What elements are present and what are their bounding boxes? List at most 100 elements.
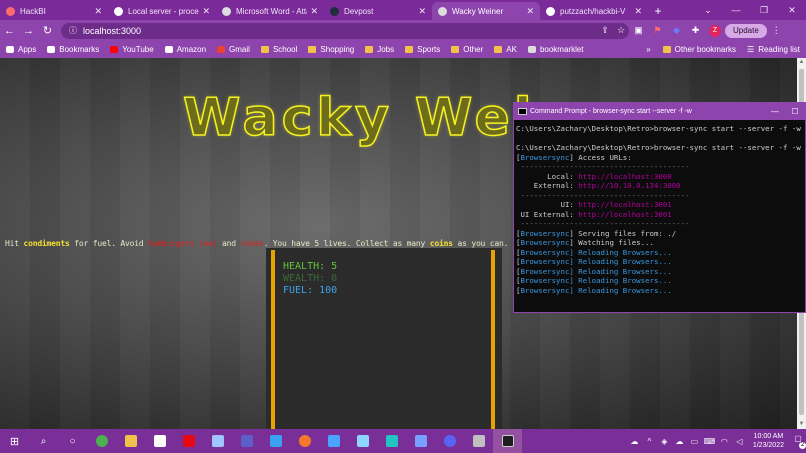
bookmark-list: Apps Bookmarks YouTube Amazon Gmail School Sho… xyxy=(6,45,595,54)
tab-4[interactable]: Wacky Weiner ✕ xyxy=(432,2,540,20)
cmd-text: http://10.10.0.134:3000 xyxy=(578,181,681,190)
netflix-icon[interactable] xyxy=(174,429,203,453)
bookmark-school[interactable]: School xyxy=(260,45,297,54)
extension-icon-2[interactable]: ⚑ xyxy=(648,25,667,36)
cmd-text: ] Reloading Browsers... xyxy=(569,247,672,257)
back-arrow-icon[interactable]: ← xyxy=(0,25,19,37)
bookmark-bookmarks[interactable]: Bookmarks xyxy=(47,45,99,54)
volume-icon[interactable]: ◁ xyxy=(732,437,747,446)
extension-icon[interactable]: ▣ xyxy=(629,25,648,36)
keyboard-icon[interactable]: ⌨ xyxy=(702,437,717,446)
app-icon-3[interactable] xyxy=(348,429,377,453)
battery-icon[interactable]: ▭ xyxy=(687,437,702,446)
bookmark-label: bookmarklet xyxy=(539,45,584,54)
teams-icon[interactable] xyxy=(232,429,261,453)
bookmark-label: YouTube xyxy=(122,45,154,54)
road-left-edge xyxy=(271,250,275,429)
bookmark-apps[interactable]: Apps xyxy=(6,45,36,54)
wifi-icon[interactable]: ◠ xyxy=(717,437,732,446)
tab-close-icon[interactable]: ✕ xyxy=(634,6,642,17)
app-icon-6[interactable] xyxy=(464,429,493,453)
cmd-text: C:\Users\Zachary\Desktop\Retro>browser-s… xyxy=(516,124,801,133)
menu-kebab-icon[interactable]: ⋮ xyxy=(767,25,786,36)
tab-close-icon[interactable]: ✕ xyxy=(202,6,210,17)
notification-center-icon[interactable]: ▢ 2 xyxy=(790,434,806,449)
address-bar[interactable]: ⓘ localhost:3000 ⇪ ☆ xyxy=(61,22,629,39)
cmd-titlebar[interactable]: Command Prompt - browser-sync start --se… xyxy=(514,103,805,120)
extensions-puzzle-icon[interactable]: ✚ xyxy=(686,25,705,36)
profile-avatar[interactable]: Z xyxy=(709,24,721,37)
tab-2[interactable]: Microsoft Word - Atta ✕ xyxy=(216,2,324,20)
tab-close-icon[interactable]: ✕ xyxy=(418,6,426,17)
bookmark-amazon[interactable]: Amazon xyxy=(164,45,206,54)
app-icon[interactable] xyxy=(203,429,232,453)
app-icon-2[interactable] xyxy=(319,429,348,453)
clock[interactable]: 10:00 AM 1/23/2022 xyxy=(753,432,784,450)
folder-icon xyxy=(662,46,671,53)
bookmark-other[interactable]: Other xyxy=(451,45,483,54)
tab-close-icon[interactable]: ✕ xyxy=(310,6,318,17)
tab-5[interactable]: putzzach/hackbi-V ✕ xyxy=(540,2,648,20)
browser-toolbar: ← → ↻ ⓘ localhost:3000 ⇪ ☆ ▣ ⚑ ◆ ✚ Z Upd… xyxy=(0,20,806,41)
tab-1[interactable]: Local server - processi✕ xyxy=(108,2,216,20)
tab-close-icon[interactable]: ✕ xyxy=(526,6,534,17)
terminal-icon[interactable] xyxy=(493,429,522,453)
tab-close-icon[interactable]: ✕ xyxy=(94,6,102,17)
tab-0[interactable]: HackBI ✕ xyxy=(0,2,108,20)
site-info-icon[interactable]: ⓘ xyxy=(69,25,77,36)
extension-icon-3[interactable]: ◆ xyxy=(667,25,686,36)
minimize-button[interactable]: — xyxy=(722,0,750,20)
maximize-button[interactable]: ❐ xyxy=(750,0,778,20)
browser-tab-strip: HackBI✕Local server - processi✕Microsoft… xyxy=(0,0,806,20)
new-tab-button[interactable]: + xyxy=(648,2,668,20)
discord-icon[interactable] xyxy=(435,429,464,453)
vscode-icon[interactable] xyxy=(261,429,290,453)
cortana-icon[interactable]: ○ xyxy=(58,429,87,453)
bookmark-star-icon[interactable]: ☆ xyxy=(613,25,629,36)
dropbox-icon[interactable]: ◈ xyxy=(657,437,672,446)
chrome-icon[interactable] xyxy=(87,429,116,453)
forward-arrow-icon[interactable]: → xyxy=(19,25,38,37)
bookmark-bookmarklet[interactable]: bookmarklet xyxy=(527,45,584,54)
search-icon[interactable]: ⌕ xyxy=(29,429,58,453)
close-window-button[interactable]: ✕ xyxy=(778,0,806,20)
road-right-edge xyxy=(491,250,495,429)
more-bookmarks-icon[interactable]: » xyxy=(646,45,650,54)
command-prompt-window[interactable]: Command Prompt - browser-sync start --se… xyxy=(513,102,806,313)
scroll-up-icon[interactable]: ▲ xyxy=(797,58,806,67)
bookmark-jobs[interactable]: Jobs xyxy=(365,45,394,54)
reload-icon[interactable]: ↻ xyxy=(38,24,57,37)
weather-icon[interactable]: ☁ xyxy=(627,437,642,446)
hackbi-icon xyxy=(6,6,15,16)
share-icon[interactable]: ⇪ xyxy=(597,25,613,36)
cmd-output[interactable]: C:\Users\Zachary\Desktop\Retro>browser-s… xyxy=(514,120,805,295)
folder-icon xyxy=(260,46,269,53)
bookmark-shopping[interactable]: Shopping xyxy=(308,45,354,54)
instructions-coins: coins xyxy=(429,239,453,248)
instructions-text-2: for fuel. Avoid xyxy=(69,239,149,248)
reading-list-button[interactable]: ☰ Reading list xyxy=(747,45,800,54)
file-explorer-icon[interactable] xyxy=(116,429,145,453)
app-icon-4[interactable] xyxy=(377,429,406,453)
game-canvas[interactable]: HEALTH: 5 WEALTH: 0 FUEL: 100 xyxy=(266,248,502,429)
tab-search-icon[interactable]: ⌄ xyxy=(694,0,722,20)
update-button[interactable]: Update xyxy=(725,23,767,38)
scroll-down-icon[interactable]: ▼ xyxy=(797,420,806,429)
bookmark-gmail[interactable]: Gmail xyxy=(217,45,250,54)
tab-3[interactable]: Devpost ✕ xyxy=(324,2,432,20)
reading-list-label: Reading list xyxy=(758,45,800,54)
taskbar-apps: ⌕ ○ xyxy=(29,429,522,453)
cmd-minimize-button[interactable]: — xyxy=(765,107,785,116)
cmd-maximize-button[interactable]: ☐ xyxy=(785,107,805,116)
onedrive-icon[interactable]: ☁ xyxy=(672,437,687,446)
bookmark-youtube[interactable]: YouTube xyxy=(110,45,154,54)
bookmark-sports[interactable]: Sports xyxy=(405,45,440,54)
tray-overflow-icon[interactable]: ^ xyxy=(642,437,657,446)
bookmark-ak[interactable]: AK xyxy=(494,45,517,54)
cmd-text: ] Access URLs: xyxy=(569,152,632,162)
app-icon-5[interactable] xyxy=(406,429,435,453)
other-bookmarks-folder[interactable]: Other bookmarks xyxy=(662,45,736,54)
amazon-app-icon[interactable] xyxy=(145,429,174,453)
blender-icon[interactable] xyxy=(290,429,319,453)
start-windows-icon[interactable]: ⊞ xyxy=(0,429,29,453)
